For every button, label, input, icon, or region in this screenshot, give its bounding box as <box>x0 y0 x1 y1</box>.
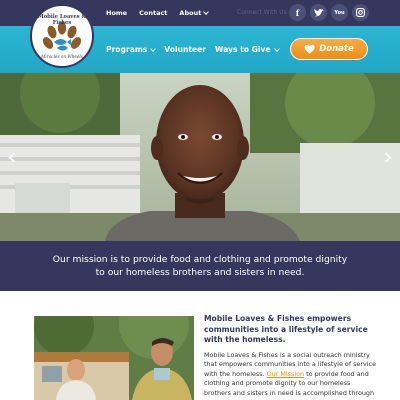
about-section: Mobile Loaves & Fishes empowers communit… <box>204 314 376 400</box>
mission-banner: Our mission is to provide food and cloth… <box>0 241 400 291</box>
donate-label: Donate <box>319 44 354 54</box>
about-body: Mobile Loaves & Fishes is a social outre… <box>204 351 376 400</box>
mission-text: Our mission is to provide food and cloth… <box>52 254 348 278</box>
main-nav-ways-to-give-label: Ways to Give <box>215 45 271 54</box>
main-nav-programs-label: Programs <box>106 45 148 54</box>
heart-hand-icon <box>304 44 315 54</box>
logo-title: Mobile Loaves & Fishes <box>37 14 87 26</box>
hero-slider <box>0 73 400 241</box>
chevron-left-icon <box>8 152 19 162</box>
chevron-right-icon <box>381 152 392 162</box>
volunteers-image <box>34 316 194 400</box>
volunteers-photo <box>34 316 194 400</box>
slider-prev-arrow[interactable] <box>6 149 19 165</box>
slider-next-arrow[interactable] <box>381 149 394 165</box>
main-nav-volunteer-label: Volunteer <box>164 45 207 54</box>
chevron-down-icon <box>203 9 210 15</box>
about-heading: Mobile Loaves & Fishes empowers communit… <box>204 314 368 344</box>
twitter-bird-shape <box>313 8 324 16</box>
chevron-down-icon <box>273 45 280 52</box>
instagram-icon[interactable] <box>352 4 369 21</box>
donate-button[interactable]: Donate <box>290 38 368 60</box>
youtube-glyph: You <box>334 9 345 16</box>
top-nav-contact[interactable]: Contact <box>139 9 167 17</box>
facebook-icon[interactable]: f <box>289 4 306 21</box>
site-logo[interactable]: Mobile Loaves & Fishes Miracles on Wheel… <box>30 4 94 68</box>
facebook-glyph: f <box>295 7 300 18</box>
our-mission-link[interactable]: Our Mission <box>267 370 304 378</box>
logo-tagline: Miracles on Wheels <box>41 54 83 59</box>
twitter-icon[interactable] <box>310 4 327 21</box>
top-nav-about[interactable]: About <box>179 9 210 17</box>
chevron-down-icon <box>150 45 157 52</box>
top-nav-contact-label: Contact <box>139 9 168 17</box>
top-nav-about-label: About <box>179 9 202 17</box>
top-nav-home[interactable]: Home <box>106 9 127 17</box>
main-nav-programs[interactable]: Programs <box>106 45 157 54</box>
main-nav-volunteer[interactable]: Volunteer <box>164 45 206 54</box>
main-nav-ways-to-give[interactable]: Ways to Give <box>215 45 280 54</box>
main-nav: Programs Volunteer Ways to Give <box>106 26 280 73</box>
top-nav: Home Contact About <box>106 0 210 26</box>
youtube-icon[interactable]: You <box>331 4 348 21</box>
connect-label: Connect With Us <box>237 9 287 16</box>
top-nav-home-label: Home <box>106 9 128 17</box>
instagram-camera-shape <box>356 8 365 17</box>
hero-image <box>0 73 400 241</box>
